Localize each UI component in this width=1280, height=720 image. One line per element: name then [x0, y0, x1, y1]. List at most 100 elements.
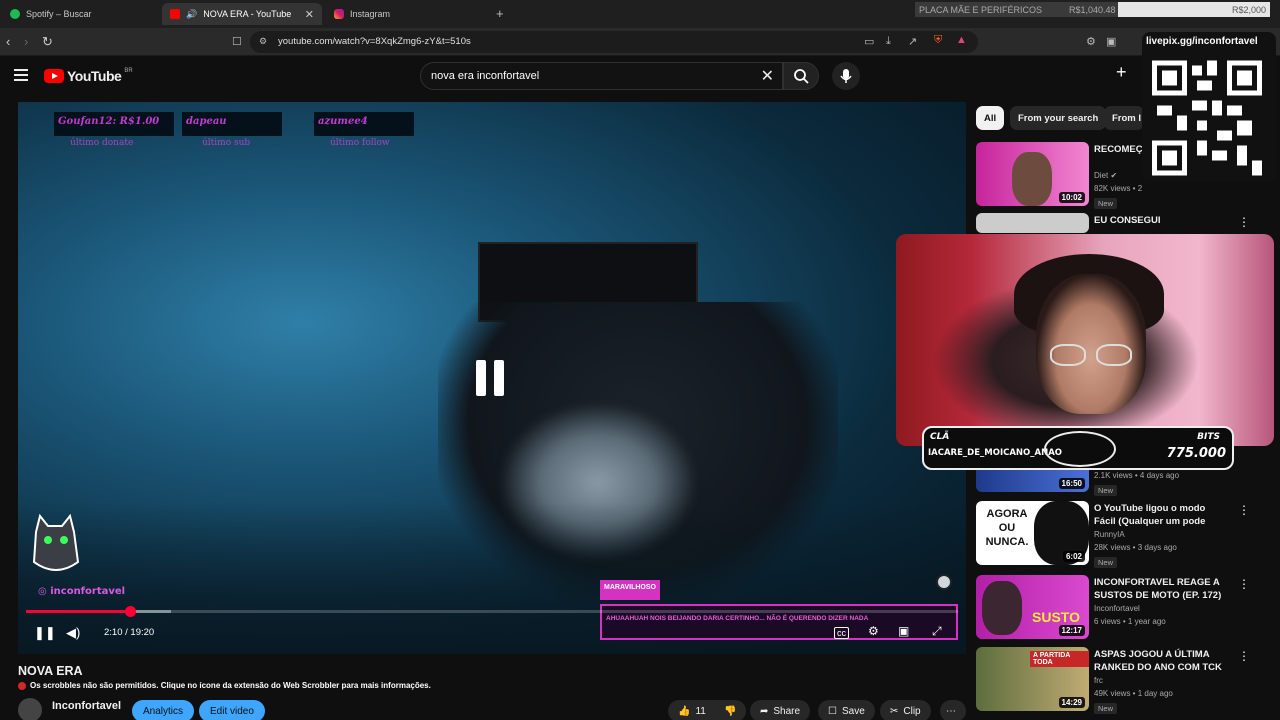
thumbnail-person — [1012, 152, 1052, 206]
thumbnail-text: AGORA OU NUNCA. — [985, 508, 1029, 548]
close-tab-icon[interactable]: ✕ — [305, 8, 314, 21]
voice-search-button[interactable] — [832, 62, 860, 90]
recommendation-item[interactable]: AGORA OU NUNCA. 6:02 O YouTube ligou o m… — [976, 501, 1276, 569]
pause-icon[interactable]: ❚❚ — [34, 625, 56, 641]
create-button[interactable]: + — [1116, 62, 1127, 83]
scrobbler-icon — [18, 681, 26, 690]
recommendation-item[interactable]: SUSTO 12:17 INCONFORTAVEL REAGE A SUSTOS… — [976, 575, 1276, 643]
glasses-right — [1096, 344, 1132, 366]
more-options-icon[interactable]: ⋮ — [1238, 215, 1250, 229]
chip-from-search[interactable]: From your search — [1010, 106, 1107, 130]
search-button[interactable] — [783, 62, 819, 90]
more-options-icon[interactable]: ⋮ — [1238, 577, 1250, 591]
chip-from-channel[interactable]: From I — [1104, 106, 1144, 130]
rec-meta: 2.1K views • 4 days ago — [1094, 471, 1180, 480]
rec-channel: frc — [1094, 676, 1103, 685]
qr-label: livepix.gg/inconfortavel — [1146, 36, 1258, 47]
share-button[interactable]: ➦ Share — [750, 700, 811, 720]
rec-meta: 49K views • 1 day ago — [1094, 689, 1173, 698]
instagram-icon — [334, 9, 344, 19]
reload-icon[interactable]: ↻ — [42, 34, 53, 50]
url-box[interactable]: ⚙ youtube.com/watch?v=8XqkZmg6-zY&t=510s… — [250, 31, 978, 53]
tab-youtube[interactable]: 🔊 NOVA ERA - YouTube ✕ — [162, 3, 322, 25]
youtube-header: YouTube BR ✕ + — [0, 56, 1280, 100]
sidebar-icon[interactable]: ▣ — [1106, 35, 1116, 48]
tab-instagram[interactable]: Instagram — [326, 3, 490, 25]
big-pause-icon[interactable] — [476, 360, 506, 396]
fullscreen-icon[interactable]: ⤢ — [932, 624, 942, 639]
video-thumbnail[interactable]: 10:02 — [976, 142, 1089, 206]
video-title: NOVA ERA — [18, 664, 83, 678]
forward-icon[interactable]: › — [24, 34, 28, 49]
rec-channel: Inconfortavel — [1094, 604, 1140, 613]
new-tab-button[interactable]: + — [496, 6, 504, 21]
chip-all[interactable]: All — [976, 106, 1005, 130]
download-icon[interactable]: ⤓ — [886, 35, 891, 48]
save-label: Save — [841, 705, 865, 717]
clan-name: IACARE_DE_MOICANO_ANAO — [928, 448, 1063, 458]
settings-gear-icon[interactable]: ⚙ — [868, 624, 879, 638]
thumbs-up-icon: 👍 — [678, 705, 691, 717]
more-options-icon[interactable]: ⋮ — [1238, 503, 1250, 517]
rec-title: EU CONSEGUI — [1094, 215, 1161, 226]
clear-search-icon[interactable]: ✕ — [761, 66, 774, 86]
menu-icon[interactable] — [14, 69, 28, 81]
search-input[interactable] — [431, 70, 731, 82]
miniplayer-icon[interactable]: ▣ — [898, 624, 909, 638]
donor-sub-label: último donate — [70, 138, 134, 148]
address-bar-row: ‹ › ↻ ☐ ⚙ youtube.com/watch?v=8XqkZmg6-z… — [0, 28, 1280, 56]
search-box: ✕ — [420, 62, 783, 90]
clip-button[interactable]: ✂ Clip — [880, 700, 931, 720]
rewards-icon[interactable]: ▲ — [956, 34, 967, 46]
analytics-button[interactable]: Analytics — [132, 700, 195, 720]
tab-label: Instagram — [350, 9, 391, 19]
volume-icon[interactable]: ◀) — [66, 625, 80, 641]
donor-name: azumee4 — [318, 116, 368, 127]
url-text: youtube.com/watch?v=8XqkZmg6-zY&t=510s — [278, 36, 471, 47]
stream-stats-overlay: CLÃ IACARE_DE_MOICANO_ANAO BITS 775.000 — [922, 426, 1234, 470]
video-player[interactable]: Goufan12: R$1.00 último donate dapeau úl… — [18, 102, 966, 654]
captions-icon[interactable]: cc — [834, 627, 849, 639]
share-icon[interactable]: ↗ — [908, 35, 917, 48]
played-bar — [26, 610, 131, 613]
extensions-icon[interactable]: ⚙ — [1086, 35, 1096, 48]
cat-mascot-icon — [32, 513, 80, 571]
brave-shield-icon[interactable]: ⛨ — [934, 34, 942, 47]
youtube-logo[interactable]: YouTube BR — [44, 68, 133, 84]
progress-bar[interactable] — [26, 606, 958, 617]
stream-logo-icon — [1044, 431, 1116, 467]
scrobbler-notice: Os scrobbles não são permitidos. Clique … — [18, 681, 431, 690]
edit-video-button[interactable]: Edit video — [199, 700, 265, 720]
channel-watermark-icon[interactable] — [936, 574, 952, 590]
video-thumbnail[interactable] — [976, 213, 1089, 233]
cast-icon[interactable]: ▭ — [864, 35, 874, 48]
donor-name: Goufan12: R$1.00 — [58, 116, 160, 127]
more-options-icon[interactable]: ⋮ — [1238, 649, 1250, 663]
budget-current: R$1,040.48 — [1069, 4, 1116, 15]
duration-badge: 14:29 — [1058, 697, 1085, 708]
bookmark-icon[interactable]: ☐ — [232, 35, 242, 48]
donor-last-follow: azumee4 — [314, 112, 414, 136]
time-current: 2:10 — [104, 627, 123, 638]
donor-last-donate: Goufan12: R$1.00 — [54, 112, 174, 136]
bits-label: BITS — [1197, 432, 1220, 442]
rec-title: INCONFORTAVEL REAGE A SUSTOS DE MOTO (EP… — [1094, 577, 1222, 601]
channel-avatar[interactable] — [18, 698, 42, 720]
back-icon[interactable]: ‹ — [6, 34, 10, 49]
tab-spotify[interactable]: Spotify – Buscar — [2, 3, 160, 25]
video-thumbnail[interactable]: AGORA OU NUNCA. 6:02 — [976, 501, 1089, 565]
save-button[interactable]: ☐ Save — [818, 700, 875, 720]
video-thumbnail[interactable]: A PARTIDA TODA 14:29 — [976, 647, 1089, 711]
thumbnail-person — [982, 581, 1022, 635]
clip-label: Clip — [903, 705, 921, 717]
like-button[interactable]: 👍 11 — [668, 700, 716, 720]
budget-goal: R$2,000 — [1231, 4, 1266, 15]
more-actions-button[interactable]: ⋯ — [940, 700, 966, 720]
instagram-handle-overlay: ◎ inconfortavel — [38, 586, 126, 597]
channel-name[interactable]: Inconfortavel — [52, 700, 121, 712]
spotify-icon — [10, 9, 20, 19]
video-thumbnail[interactable]: SUSTO 12:17 — [976, 575, 1089, 639]
site-settings-icon[interactable]: ⚙ — [259, 36, 267, 47]
recommendation-item[interactable]: A PARTIDA TODA 14:29 ASPAS JOGOU A ÚLTIM… — [976, 647, 1276, 715]
dislike-button[interactable]: 👎 — [714, 700, 747, 720]
